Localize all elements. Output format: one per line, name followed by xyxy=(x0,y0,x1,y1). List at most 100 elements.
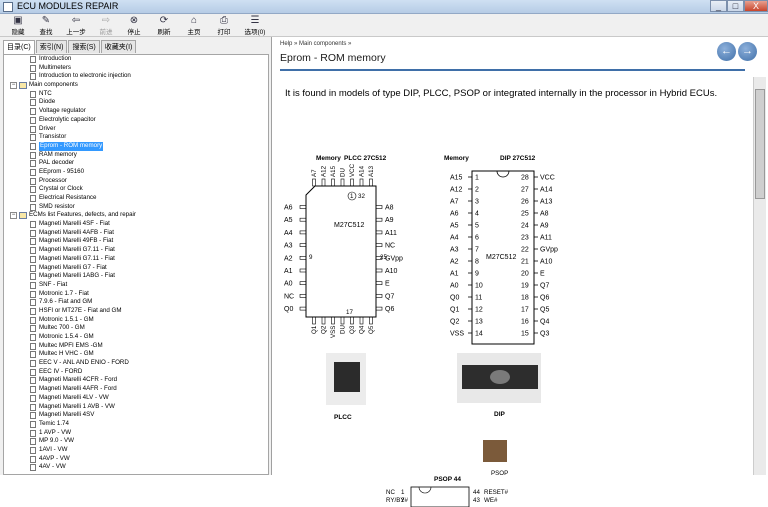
tree-item[interactable]: Electrical Resistance xyxy=(4,194,268,203)
plcc-pin-label: Q3 xyxy=(349,325,356,334)
psop-pin-number: 1 xyxy=(401,489,405,496)
tab-index[interactable]: 索引(N) xyxy=(35,40,68,53)
tree-item[interactable]: 4AVP - VW xyxy=(4,455,268,464)
tree-item-label: ECMs list Features, defects, and repair xyxy=(29,211,136,219)
plcc-pin xyxy=(375,205,383,209)
tree-item[interactable]: Temic 1.74 xyxy=(4,420,268,429)
page-icon xyxy=(30,99,36,107)
tree-item[interactable]: 7.9.6 - Fiat and GM xyxy=(4,298,268,307)
dip-pin-number: 2 xyxy=(475,187,479,194)
tree-item[interactable]: 1 AVP - VW xyxy=(4,429,268,438)
next-page-button[interactable]: → xyxy=(738,42,757,61)
tree-item[interactable]: Diode xyxy=(4,98,268,107)
tree-item[interactable]: 1AVI - VW xyxy=(4,446,268,455)
tree-item[interactable]: Processor xyxy=(4,177,268,186)
tree-item[interactable]: Transistor xyxy=(4,133,268,142)
minimize-button[interactable]: _ xyxy=(710,0,727,12)
psop-pin-label: WE# xyxy=(484,497,498,504)
collapse-toggle-icon[interactable]: − xyxy=(10,82,17,90)
page-icon xyxy=(30,464,36,472)
tree-item[interactable]: Magneti Marelli 4CFR - Ford xyxy=(4,376,268,385)
tab-favorites[interactable]: 收藏夹(I) xyxy=(100,40,137,53)
app-icon xyxy=(3,2,13,12)
plcc-pin-label: A15 xyxy=(330,165,337,177)
previous-page-button[interactable]: ← xyxy=(717,42,736,61)
tree-item[interactable]: MP 9.0 - VW xyxy=(4,437,268,446)
plcc-pin xyxy=(369,178,373,187)
tree-folder[interactable]: − ECMs list Features, defects, and repair xyxy=(4,211,268,220)
psop-pin-label: NC xyxy=(386,489,395,496)
plcc-pin-label: VCC xyxy=(349,163,356,177)
tree-item-label: Magneti Marelli 1 AVB - VW xyxy=(39,402,115,410)
back-button[interactable]: ⇦ 上一步 xyxy=(62,15,90,36)
close-button[interactable]: X xyxy=(744,0,768,12)
tree-item[interactable]: SNF - Fiat xyxy=(4,281,268,290)
find-button[interactable]: ✎ 查找 xyxy=(32,15,60,36)
tree-item[interactable]: Magneti Marelli 49FB - Fiat xyxy=(4,237,268,246)
tree-item[interactable]: Motronic 1.5.1 - GM xyxy=(4,316,268,325)
tree-item[interactable]: Voltage regulator xyxy=(4,107,268,116)
stop-button[interactable]: ⊗ 停止 xyxy=(120,15,148,36)
tree-item[interactable]: SMD resistor xyxy=(4,203,268,212)
tree-item[interactable]: Multec H VHC - GM xyxy=(4,350,268,359)
plcc-pin-label: A2 xyxy=(284,255,293,262)
tree-item[interactable]: RAM memory xyxy=(4,151,268,160)
maximize-button[interactable]: □ xyxy=(727,0,744,12)
dip-pin-number: 5 xyxy=(475,223,479,230)
refresh-button[interactable]: ⟳ 刷新 xyxy=(150,15,178,36)
dip-pin-label: Q2 xyxy=(450,319,459,326)
dip-pin-number: 28 xyxy=(521,175,529,182)
tree-folder[interactable]: − Main components xyxy=(4,81,268,90)
collapse-toggle-icon[interactable]: − xyxy=(10,212,17,220)
tree-item[interactable]: 4AV - VW xyxy=(4,463,268,472)
tree-item[interactable]: EEprom - 95160 xyxy=(4,168,268,177)
scroll-thumb[interactable] xyxy=(755,89,765,199)
tree-item[interactable]: Multec MPFI EMS -GM xyxy=(4,342,268,351)
breadcrumb[interactable]: Help » Main components » xyxy=(280,41,351,47)
tree-item[interactable]: Electrolytic capacitor xyxy=(4,116,268,125)
tree-item[interactable]: EEC IV - FORD xyxy=(4,368,268,377)
tree-item[interactable]: Multimeters xyxy=(4,64,268,73)
tree-item[interactable]: Magneti Marelli 4SV xyxy=(4,411,268,420)
tree-item[interactable]: Introduction xyxy=(4,55,268,64)
tree-item[interactable]: Eprom - ROM memory xyxy=(4,141,268,151)
tree-item[interactable]: Magneti Marelli 4SF - Fiat xyxy=(4,220,268,229)
tree-item[interactable]: Magneti Marelli 4AFR - Ford xyxy=(4,385,268,394)
tree-item[interactable]: Magneti Marelli G7 - Fiat xyxy=(4,264,268,273)
plcc-pin xyxy=(299,256,307,260)
vertical-scrollbar[interactable] xyxy=(753,77,766,475)
hide-button[interactable]: ▣ 隐藏 xyxy=(4,15,32,36)
dip-pin-label: A8 xyxy=(540,211,549,218)
tree-item[interactable]: Introduction to electronic injection xyxy=(4,72,268,81)
tree-item[interactable]: NTC xyxy=(4,90,268,99)
dip-pin-label: A12 xyxy=(450,187,463,194)
tree-item[interactable]: Magneti Marelli 4LV - VW xyxy=(4,394,268,403)
tab-search[interactable]: 搜索(S) xyxy=(68,40,100,53)
tree-item[interactable]: Driver xyxy=(4,125,268,134)
dip-pin-label: Q6 xyxy=(540,295,549,302)
tree-item-label: Crystal or Clock xyxy=(39,185,83,193)
tree-item[interactable]: Motronic 1.5.4 - GM xyxy=(4,333,268,342)
tree-item[interactable]: Magneti Marelli 1ABG - Fiat xyxy=(4,272,268,281)
forward-button[interactable]: ⇨ 前进 xyxy=(92,15,120,36)
tree-item-label: Motronic 1.7 - Fiat xyxy=(39,289,89,297)
tree-item[interactable]: EEC V - ANL AND ENIO - FORD xyxy=(4,359,268,368)
tree-item[interactable]: Crystal or Clock xyxy=(4,185,268,194)
tree-item-label: Motronic 1.5.4 - GM xyxy=(39,333,94,340)
tree-item[interactable]: Multec 700 - GM xyxy=(4,324,268,333)
tree-item[interactable]: Magneti Marelli 4AFB - Fiat xyxy=(4,229,268,238)
print-button[interactable]: ⎙ 打印 xyxy=(210,15,238,36)
tab-contents[interactable]: 目录(C) xyxy=(3,40,35,54)
options-button[interactable]: ☰ 选项(0) xyxy=(240,15,270,36)
home-button[interactable]: ⌂ 主页 xyxy=(180,15,208,36)
tree-item[interactable]: Magneti Marelli 1 AVB - VW xyxy=(4,403,268,412)
tree-item[interactable]: Magneti Marelli G7.11 - Fiat xyxy=(4,255,268,264)
psop-caption: PSOP xyxy=(491,470,508,477)
tree-item[interactable]: HSFI or MT27E - Fiat and GM xyxy=(4,307,268,316)
tree-item[interactable]: PAL decoder xyxy=(4,159,268,168)
plcc-pin-label: A12 xyxy=(321,165,328,177)
tree-item[interactable]: Motronic 1.7 - Fiat xyxy=(4,290,268,299)
page-icon xyxy=(30,351,36,359)
page-icon xyxy=(30,334,36,341)
tree-item[interactable]: Magneti Marelli G7.11 - Fiat xyxy=(4,246,268,255)
